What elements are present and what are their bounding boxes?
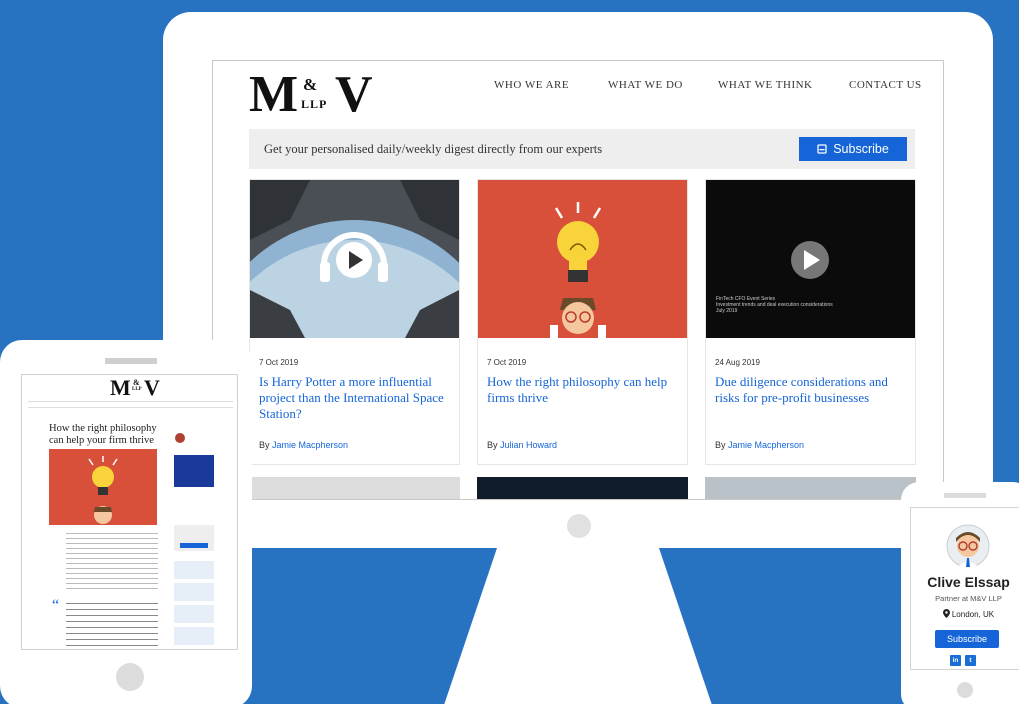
site-logo[interactable]: M & LLP V: [249, 66, 379, 123]
card-byline: By Jamie Macpherson: [715, 440, 804, 450]
sidebar-subscribe-button[interactable]: [180, 543, 208, 548]
subscribe-icon: [817, 144, 827, 154]
logo-letter-v: V: [144, 375, 160, 400]
nav-what-we-think[interactable]: WHAT WE THINK: [718, 79, 813, 91]
location-text: London, UK: [951, 610, 995, 619]
tablet-quote-mark-icon: “: [52, 597, 60, 614]
site-logo-small[interactable]: M & LLP V: [110, 375, 170, 400]
card-media-space-station[interactable]: [250, 180, 459, 338]
twitter-icon[interactable]: t: [965, 655, 976, 666]
desktop-screen: M & LLP V WHO WE ARE WHAT WE DO WHAT WE …: [212, 60, 944, 500]
play-icon: [791, 241, 829, 279]
card-title[interactable]: Is Harry Potter a more influential proje…: [259, 374, 454, 422]
nav-what-we-do[interactable]: WHAT WE DO: [608, 79, 683, 91]
tablet-home-button: [116, 663, 144, 691]
video-date: July 2019: [716, 308, 738, 314]
profile-role: Partner at M&V LLP: [935, 594, 1002, 603]
sidebar-map-image[interactable]: [174, 455, 214, 487]
byline-prefix: By: [487, 440, 501, 450]
article-card-partial[interactable]: [705, 477, 916, 499]
logo-ampersand: &: [133, 378, 140, 387]
tablet-quote-block: [66, 603, 158, 649]
card-byline: By Julian Howard: [487, 440, 557, 450]
tablet-speaker: [105, 358, 157, 364]
article-card-partial[interactable]: [249, 477, 460, 499]
phone-home-button: [957, 682, 973, 698]
monitor-stand: [443, 548, 713, 704]
logo-letter-v: V: [335, 66, 373, 123]
article-card[interactable]: FinTech CFO Event Series Investment tren…: [705, 179, 916, 465]
tablet-nav-bar: [28, 401, 233, 408]
author-link[interactable]: Jamie Macpherson: [728, 440, 804, 450]
linkedin-icon[interactable]: in: [950, 655, 961, 666]
card-title[interactable]: Due diligence considerations and risks f…: [715, 374, 910, 406]
nav-who-we-are[interactable]: WHO WE ARE: [494, 79, 569, 91]
tablet-article-title[interactable]: How the right philosophy can help your f…: [49, 423, 159, 447]
card-byline: By Jamie Macpherson: [259, 440, 348, 450]
nav-contact-us[interactable]: CONTACT US: [849, 79, 922, 91]
card-date: 7 Oct 2019: [487, 358, 527, 367]
author-link[interactable]: Julian Howard: [500, 440, 557, 450]
logo-letter-m: M: [249, 66, 299, 123]
sidebar-tweets: [174, 561, 214, 649]
author-link[interactable]: Jamie Macpherson: [272, 440, 348, 450]
digest-banner: Get your personalised daily/weekly diges…: [249, 129, 915, 169]
sidebar-avatar: [175, 433, 185, 443]
card-date: 24 Aug 2019: [715, 358, 760, 367]
logo-ampersand: &: [303, 75, 318, 94]
article-card-partial[interactable]: [477, 477, 688, 499]
card-title[interactable]: How the right philosophy can help firms …: [487, 374, 682, 406]
tablet-body-text: [66, 533, 158, 593]
tablet-sidebar: [172, 415, 217, 649]
phone-screen: Clive Elssap Partner at M&V LLP London, …: [910, 507, 1019, 670]
byline-prefix: By: [259, 440, 273, 450]
subscribe-button-label: Subscribe: [833, 142, 889, 156]
logo-llp: LLP: [301, 97, 328, 111]
tablet-screen: M & LLP V How the right philosophy can h…: [21, 374, 238, 650]
card-date: 7 Oct 2019: [259, 358, 299, 367]
phone-speaker: [944, 493, 986, 498]
profile-avatar: [946, 524, 990, 568]
article-card[interactable]: 7 Oct 2019 Is Harry Potter a more influe…: [249, 179, 460, 465]
sidebar-digest-box: [174, 525, 214, 551]
profile-subscribe-button[interactable]: Subscribe: [935, 630, 999, 648]
logo-letter-m: M: [110, 375, 131, 400]
card-media-lightbulb[interactable]: [478, 180, 687, 338]
byline-prefix: By: [715, 440, 729, 450]
monitor-power-button: [567, 514, 591, 538]
profile-name: Clive Elssap: [927, 574, 1010, 590]
digest-text: Get your personalised daily/weekly diges…: [264, 142, 603, 156]
profile-location: London, UK: [911, 609, 1019, 619]
tablet-hero-image[interactable]: [49, 449, 157, 525]
logo-llp: LLP: [132, 387, 142, 392]
card-media-video[interactable]: FinTech CFO Event Series Investment tren…: [706, 180, 915, 338]
article-card[interactable]: 7 Oct 2019 How the right philosophy can …: [477, 179, 688, 465]
location-pin-icon: [942, 609, 950, 618]
subscribe-button[interactable]: Subscribe: [799, 137, 907, 161]
